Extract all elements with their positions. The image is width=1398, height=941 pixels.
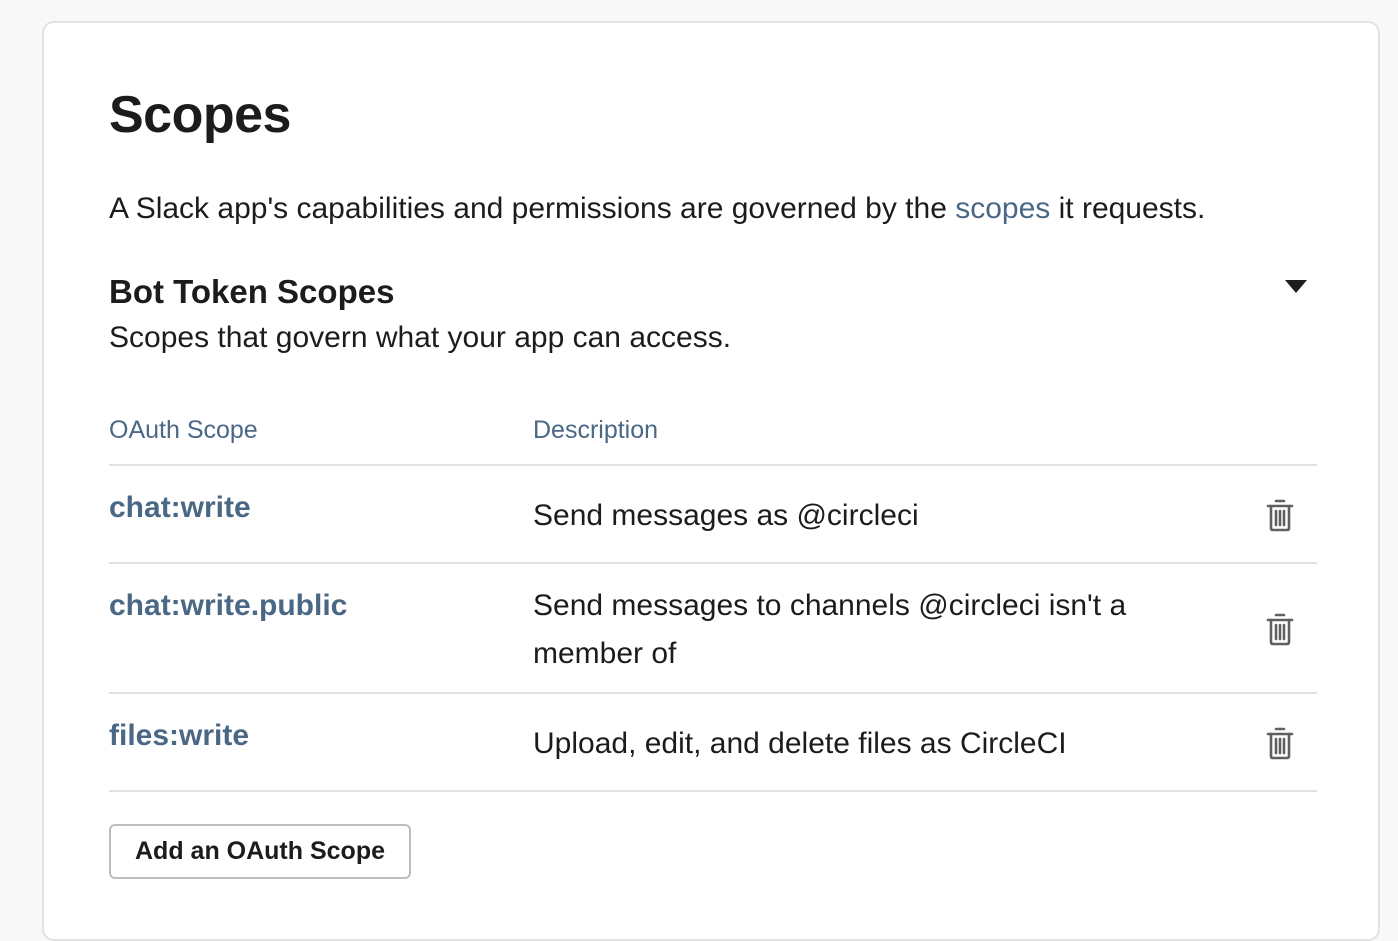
scopes-intro: A Slack app's capabilities and permissio… — [109, 191, 1205, 227]
trash-icon[interactable] — [1266, 612, 1294, 646]
add-oauth-scope-button[interactable]: Add an OAuth Scope — [109, 824, 411, 879]
row-divider — [109, 562, 1317, 564]
scope-description: Send messages as @circleci — [533, 499, 919, 532]
scope-description: Send messages to channels @circleci isn'… — [533, 589, 1127, 670]
caret-down-icon[interactable] — [1285, 280, 1307, 294]
table-header-divider — [109, 464, 1317, 466]
bot-token-scopes-title: Bot Token Scopes — [109, 273, 395, 310]
intro-text-before: A Slack app's capabilities and permissio… — [109, 192, 956, 225]
scope-name[interactable]: files:write — [109, 718, 249, 754]
row-divider — [109, 692, 1317, 694]
trash-icon[interactable] — [1266, 498, 1294, 532]
scope-name[interactable]: chat:write — [109, 490, 251, 526]
table-bottom-divider — [109, 790, 1317, 792]
scopes-link[interactable]: scopes — [955, 192, 1050, 225]
bot-token-scopes-subtitle: Scopes that govern what your app can acc… — [109, 321, 732, 354]
scope-name[interactable]: chat:write.public — [109, 588, 347, 624]
column-header-description: Description — [533, 416, 659, 444]
column-header-oauth-scope: OAuth Scope — [109, 416, 258, 444]
intro-text-after: it requests. — [1050, 192, 1206, 225]
scope-description: Upload, edit, and delete files as Circle… — [533, 727, 1067, 760]
trash-icon[interactable] — [1266, 726, 1294, 760]
page-title: Scopes — [109, 86, 291, 144]
scopes-card: Scopes A Slack app's capabilities and pe… — [42, 21, 1380, 941]
